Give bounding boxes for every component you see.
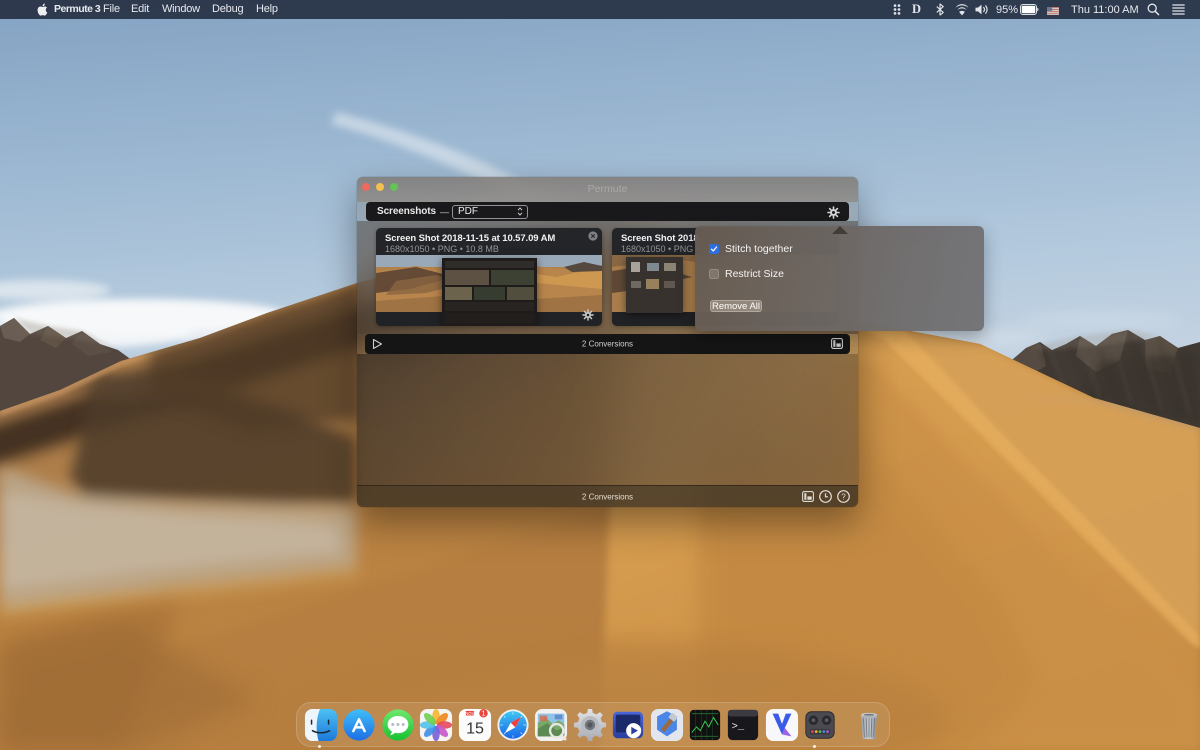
- svg-text:1: 1: [481, 709, 485, 717]
- svg-text:NOV: NOV: [465, 710, 474, 715]
- svg-text:>_: >_: [732, 720, 745, 732]
- svg-text:?: ?: [841, 492, 846, 501]
- svg-text:15: 15: [466, 719, 484, 737]
